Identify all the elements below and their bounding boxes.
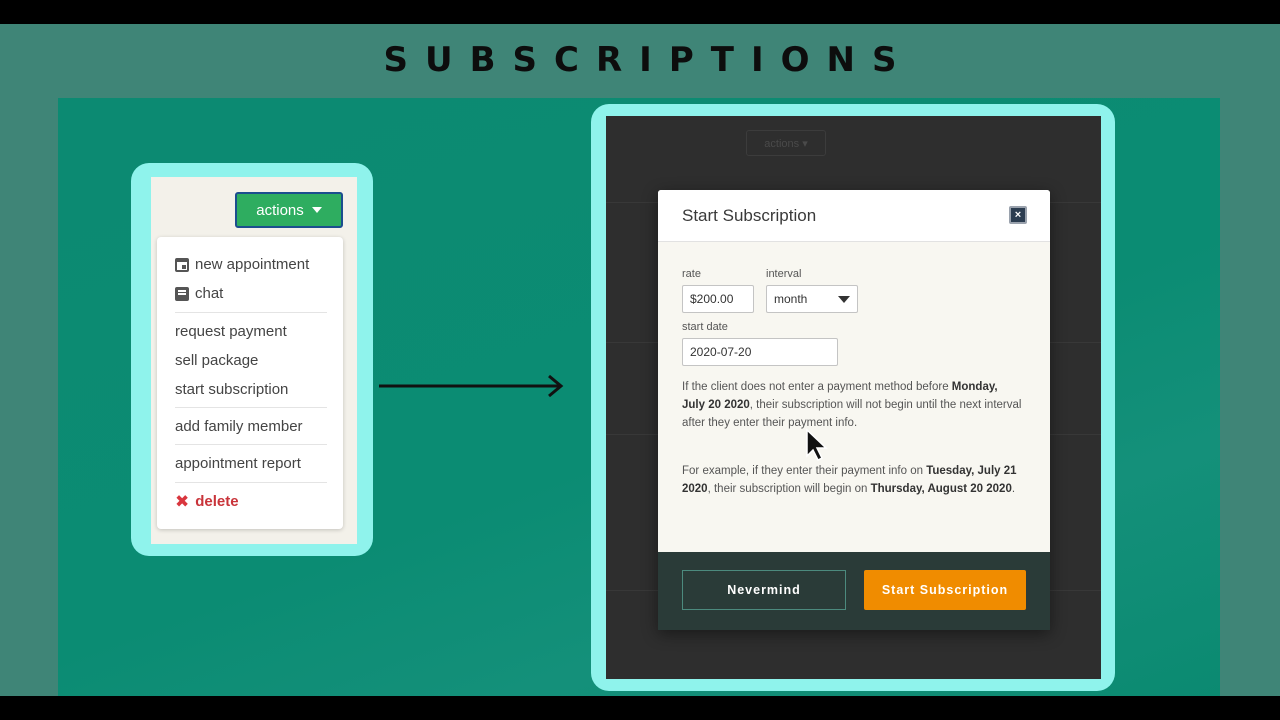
menu-divider [175, 482, 327, 483]
menu-item-chat[interactable]: chat [175, 285, 223, 302]
info-text: . [1011, 483, 1016, 495]
menu-item-label: new appointment [195, 256, 310, 273]
menu-item-start-subscription[interactable]: start subscription [175, 381, 288, 398]
arrow-right-icon [379, 374, 564, 398]
actions-button[interactable]: actions [235, 192, 343, 228]
start-date-input[interactable]: 2020-07-20 [682, 338, 838, 366]
letterbox-bottom [0, 696, 1280, 720]
interval-select-value: month [774, 292, 808, 306]
actions-menu: new appointment chat request payment sel… [157, 237, 343, 529]
chat-icon [175, 286, 189, 301]
letterbox-top [0, 0, 1280, 24]
modal-frame: actions ▾ Start Subscription × rate $200… [591, 104, 1115, 691]
menu-item-delete[interactable]: ✖ delete [175, 493, 239, 510]
info-paragraph-1: If the client does not enter a payment m… [682, 378, 1022, 432]
interval-label: interval [766, 268, 802, 280]
info-date-bold: Thursday, August 20 2020 [870, 483, 1012, 495]
info-text: For example, if they enter their payment… [682, 465, 923, 477]
menu-item-add-family-member[interactable]: add family member [175, 418, 303, 435]
caret-down-icon [838, 296, 850, 303]
menu-divider [175, 407, 327, 408]
menu-item-appointment-report[interactable]: appointment report [175, 455, 301, 472]
info-paragraph-2: For example, if they enter their payment… [682, 462, 1022, 498]
nevermind-button[interactable]: Nevermind [682, 570, 846, 610]
menu-item-sell-package[interactable]: sell package [175, 352, 258, 369]
rate-label: rate [682, 268, 701, 280]
rate-input[interactable]: $200.00 [682, 285, 754, 313]
mouse-cursor-icon [806, 428, 828, 462]
start-subscription-button[interactable]: Start Subscription [864, 570, 1026, 610]
info-text: If the client does not enter a payment m… [682, 381, 949, 393]
x-icon: ✖ [175, 492, 190, 511]
dropdown-screen: actions new appointment chat request pay… [151, 177, 357, 544]
modal-screen: actions ▾ Start Subscription × rate $200… [606, 116, 1101, 679]
slide-title: SUBSCRIPTIONS [383, 40, 914, 80]
modal-footer: Nevermind Start Subscription [658, 552, 1050, 630]
background-actions-button: actions ▾ [746, 130, 826, 156]
interval-select[interactable]: month [766, 285, 858, 313]
close-icon[interactable]: × [1009, 206, 1027, 224]
actions-button-label: actions [256, 201, 304, 219]
modal-header: Start Subscription × [658, 190, 1050, 242]
start-date-label: start date [682, 321, 728, 333]
menu-item-request-payment[interactable]: request payment [175, 323, 287, 340]
menu-item-new-appointment[interactable]: new appointment [175, 256, 309, 273]
menu-item-label: delete [195, 493, 239, 510]
menu-divider [175, 312, 327, 313]
menu-item-label: chat [195, 285, 224, 302]
modal-title: Start Subscription [682, 206, 817, 225]
caret-down-icon [311, 207, 322, 213]
dropdown-frame: actions new appointment chat request pay… [131, 163, 373, 556]
info-text: , their subscription will begin on [707, 483, 868, 495]
calendar-icon [175, 257, 189, 272]
menu-divider [175, 444, 327, 445]
